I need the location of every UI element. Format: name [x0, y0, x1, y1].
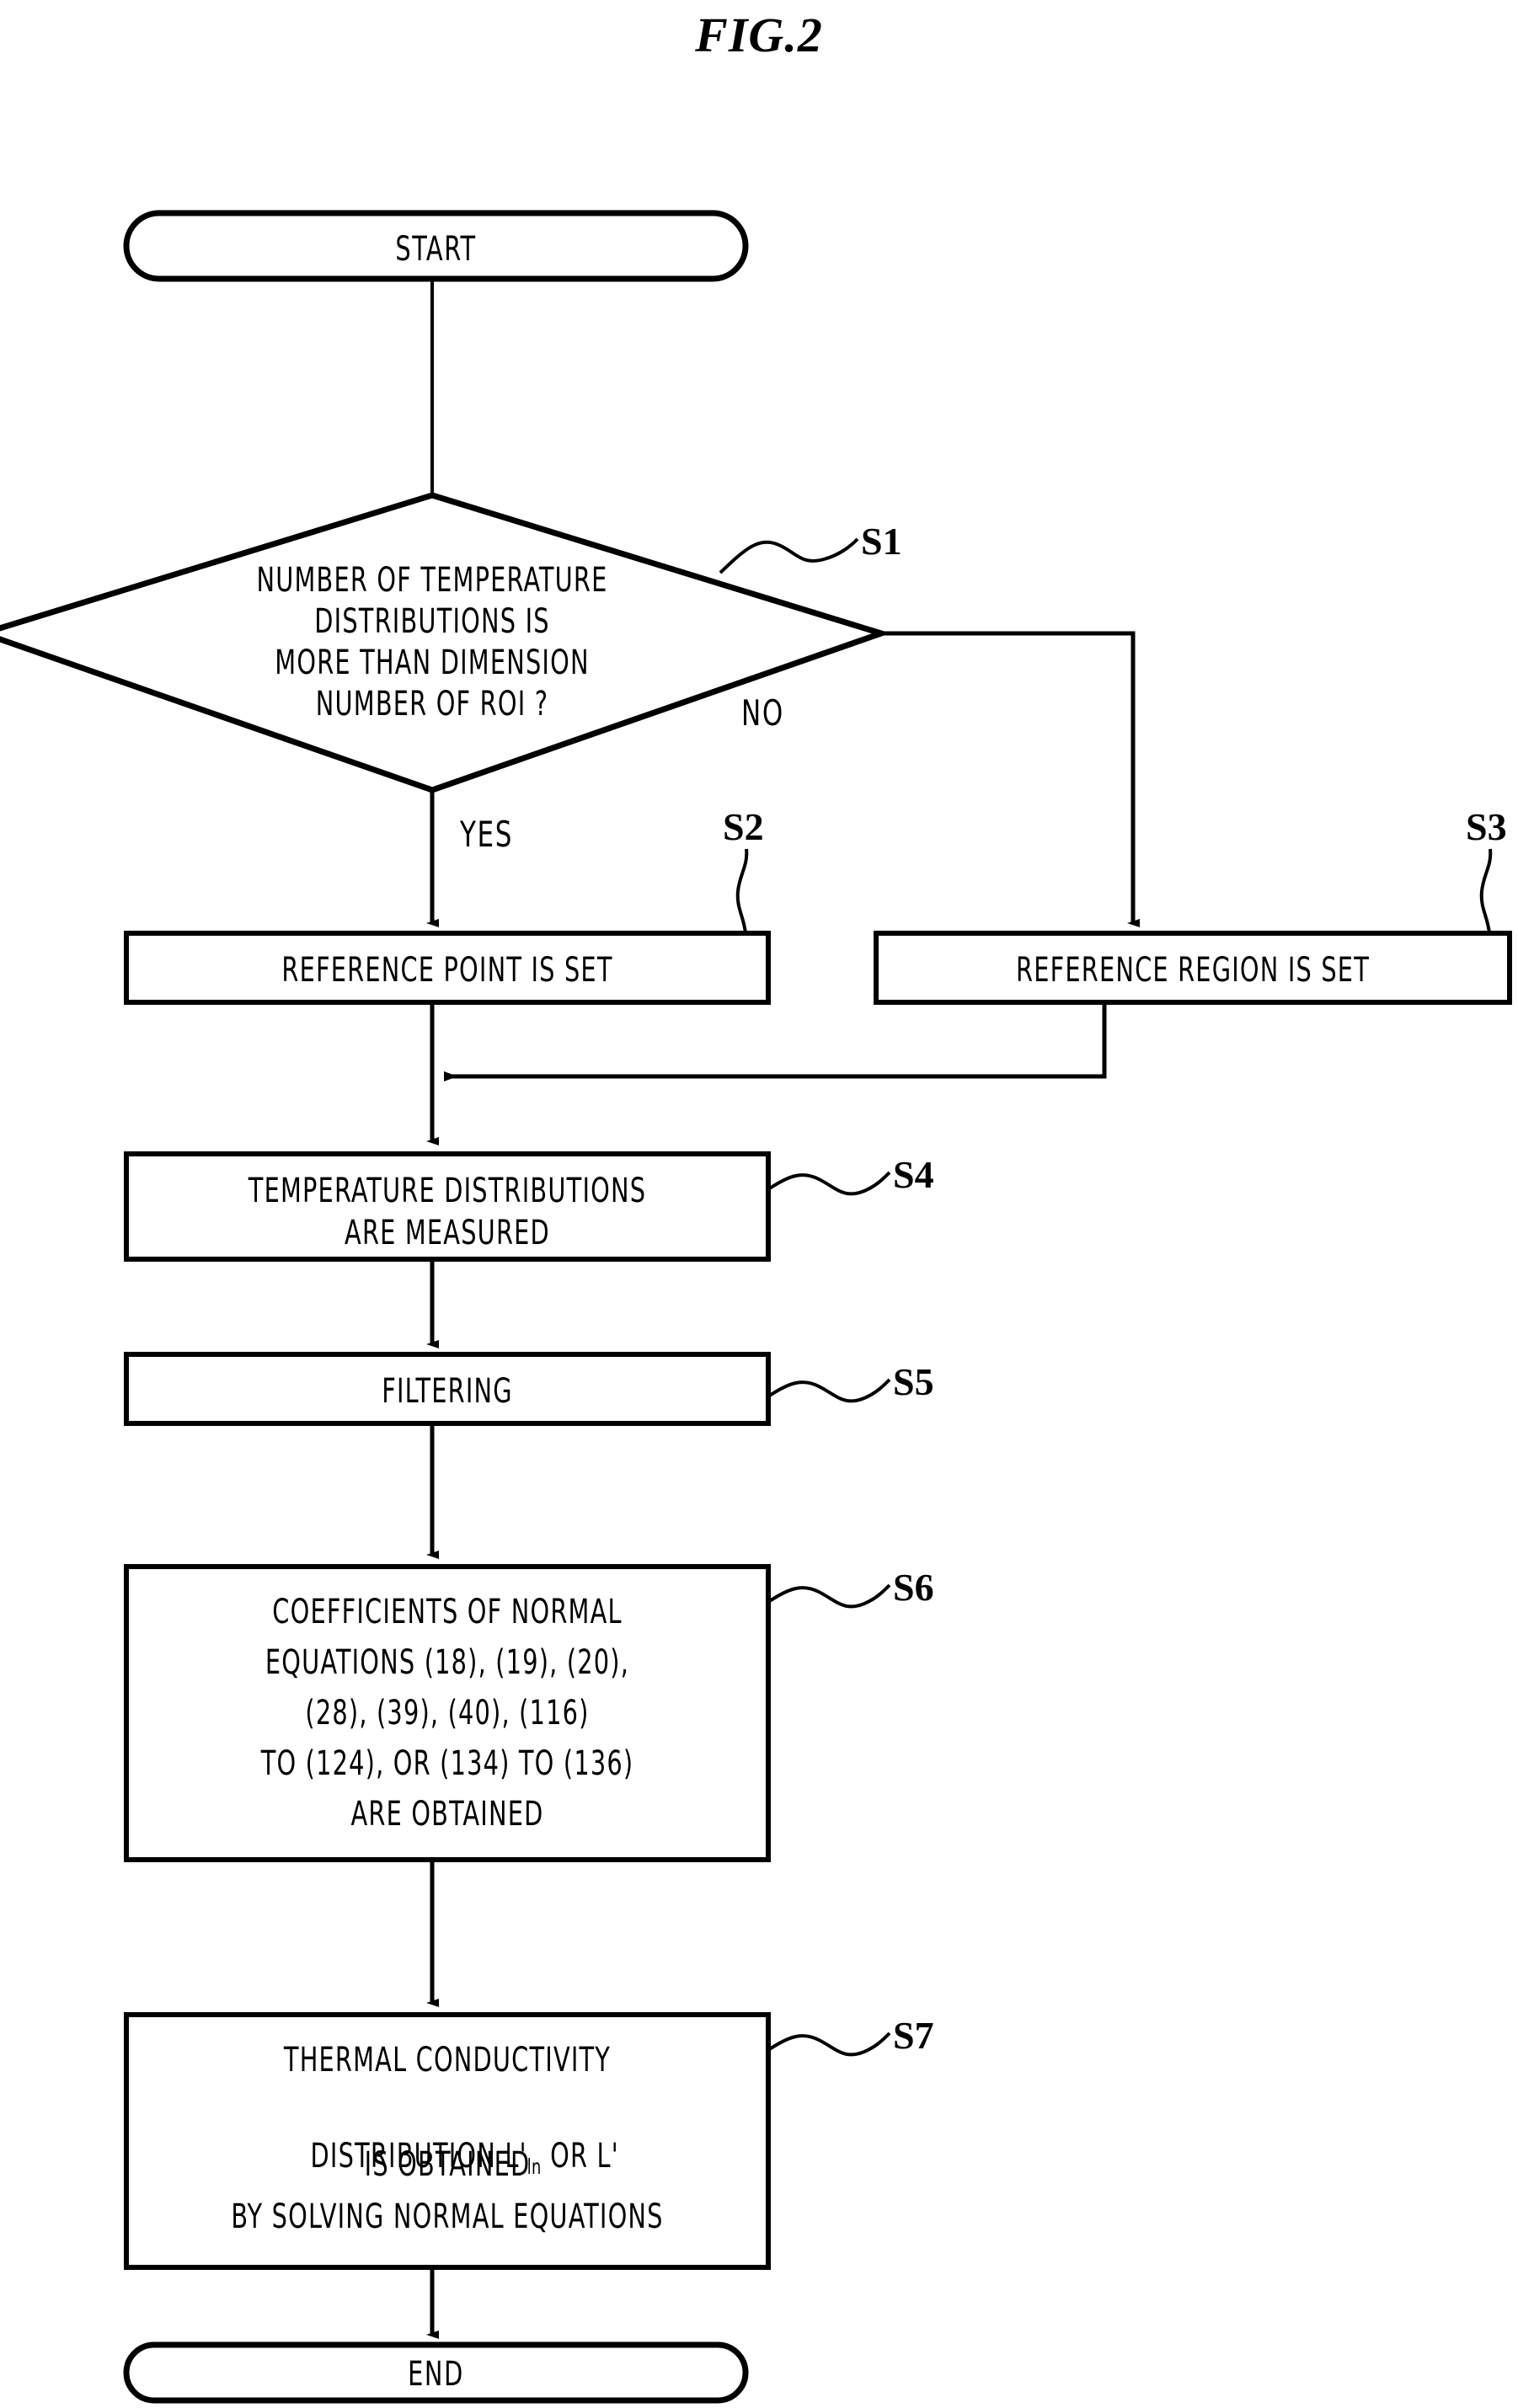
step-label-s2: S2 — [723, 805, 764, 848]
step-label-s1: S1 — [861, 520, 902, 563]
s2-box-shape — [124, 931, 771, 1005]
branch-label-no: NO — [741, 692, 784, 734]
leader-line-s5 — [767, 1378, 891, 1403]
leader-line-s4 — [767, 1171, 891, 1196]
leader-line-s1 — [719, 537, 859, 574]
leader-line-s2 — [735, 848, 749, 934]
decision-diamond-shape — [0, 492, 891, 793]
s5-box-shape — [124, 1352, 771, 1426]
start-terminal-shape — [123, 210, 749, 282]
flowchart-canvas — [0, 210, 1512, 2404]
step-label-s5: S5 — [893, 1360, 934, 1403]
connector-s3-merge — [444, 1002, 1107, 1081]
s6-box-shape — [124, 1564, 771, 1862]
end-terminal-shape — [123, 2341, 749, 2404]
step-label-s3: S3 — [1466, 805, 1507, 848]
s7-box-shape — [124, 2012, 771, 2270]
s4-box-shape — [124, 1151, 771, 1262]
figure-root: FIG.2 START NUMBER OF TEMPERATURE DISTRI… — [0, 0, 1518, 2408]
connector-no-to-s3 — [881, 631, 1140, 927]
s3-box-shape — [874, 931, 1512, 1005]
leader-line-s7 — [767, 2032, 891, 2057]
step-label-s6: S6 — [893, 1566, 934, 1609]
leader-line-s6 — [767, 1583, 891, 1609]
step-label-s7: S7 — [893, 2014, 934, 2057]
leader-line-s3 — [1479, 848, 1493, 934]
step-label-s4: S4 — [893, 1153, 934, 1196]
branch-label-yes: YES — [460, 814, 514, 855]
